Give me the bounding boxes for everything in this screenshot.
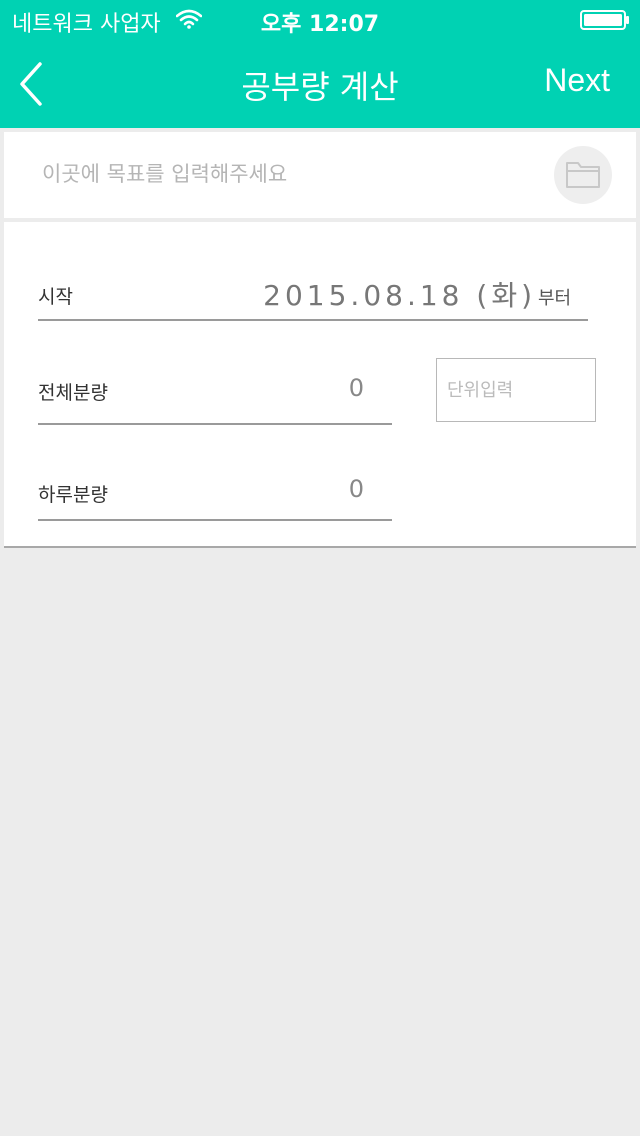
goal-input[interactable] (42, 156, 522, 192)
daily-underline (38, 519, 392, 521)
goal-card (4, 132, 636, 218)
start-suffix: 부터 (538, 288, 572, 309)
daily-label: 하루분량 (38, 484, 108, 506)
folder-icon (566, 162, 600, 188)
start-underline (38, 319, 588, 321)
status-bar: 네트워크 사업자 오후 12:07 (0, 0, 640, 40)
folder-button[interactable] (554, 146, 612, 204)
total-label: 전체분량 (38, 382, 108, 404)
next-button[interactable]: Next (544, 62, 610, 99)
daily-value[interactable]: 0 (284, 475, 364, 503)
unit-input[interactable] (436, 358, 596, 422)
total-underline (38, 423, 392, 425)
start-date[interactable]: 2015.08.18 (화) (263, 274, 536, 314)
total-value[interactable]: 0 (284, 374, 364, 402)
form-card: 시작 2015.08.18 (화) 부터 전체분량 0 하루분량 0 (4, 222, 636, 548)
status-time: 오후 12:07 (260, 12, 380, 37)
start-label: 시작 (38, 286, 73, 308)
navigation-bar: 공부량 계산 Next (0, 40, 640, 128)
battery-icon (580, 10, 629, 30)
